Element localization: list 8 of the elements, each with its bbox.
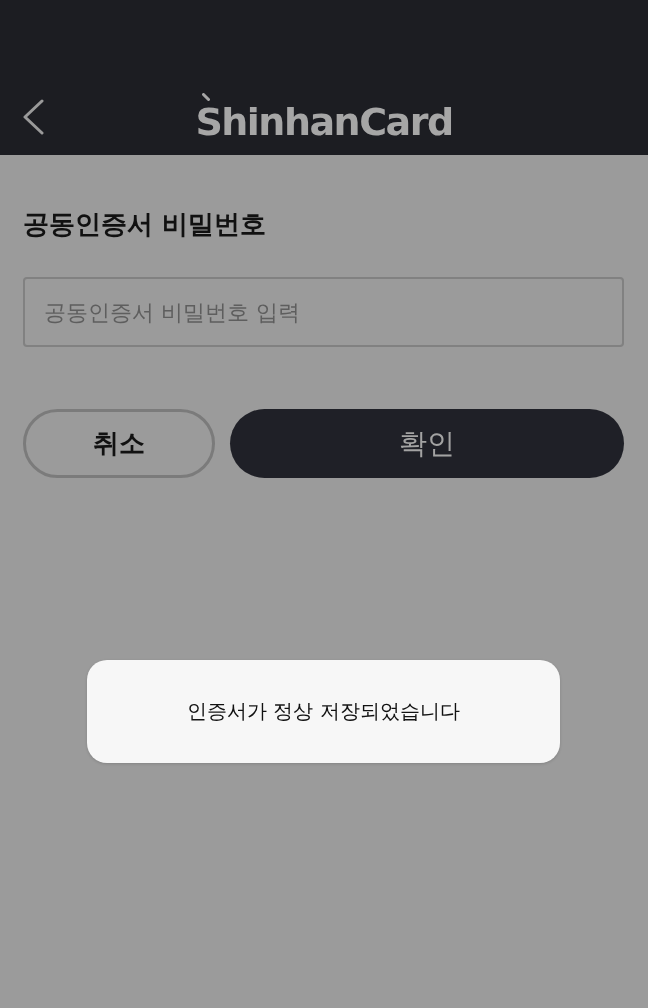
confirm-button[interactable]: 확인 (230, 409, 624, 478)
back-icon[interactable] (22, 99, 44, 135)
logo-text: ShinhanCard (195, 102, 453, 141)
logo-accent-icon (202, 92, 211, 101)
password-field[interactable]: 공동인증서 비밀번호 입력 (23, 277, 624, 347)
toast-message: 인증서가 정상 저장되었습니다 (87, 660, 560, 763)
cancel-button[interactable]: 취소 (23, 409, 215, 478)
section-title: 공동인증서 비밀번호 (23, 208, 268, 241)
